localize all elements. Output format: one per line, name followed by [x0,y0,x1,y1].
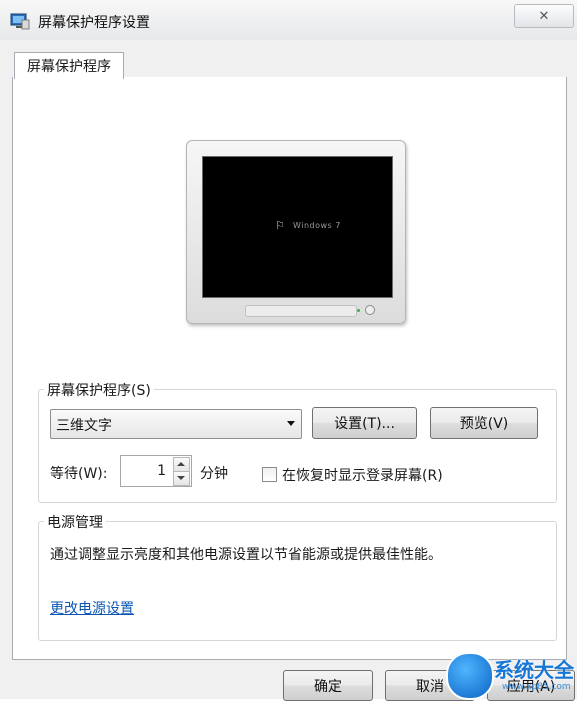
power-led-icon [357,309,360,312]
preview-button[interactable]: 预览(V) [430,407,538,439]
close-icon: ✕ [538,8,550,24]
power-group [38,521,557,641]
resume-logon-label[interactable]: 在恢复时显示登录屏幕(R) [282,465,443,485]
tab-screensaver[interactable]: 屏幕保护程序 [14,52,124,79]
monitor-screen: ⚐ Windows 7 [202,156,393,298]
spin-up-button[interactable] [173,457,190,472]
window-title: 屏幕保护程序设置 [38,15,150,31]
preview-text: Windows 7 [293,221,341,230]
screensaver-selected-value: 三维文字 [56,418,112,434]
monitor-frame: ⚐ Windows 7 [186,140,406,324]
change-power-settings-link[interactable]: 更改电源设置 [50,598,134,618]
display-settings-icon [10,13,30,30]
windows-logo-icon: ⚐ [275,219,285,232]
site-watermark: 系统大全 www.xp85.com [446,648,577,700]
preview-button-label: 预览(V) [459,416,509,432]
settings-button-label: 设置(T)... [334,416,395,432]
watermark-text: 系统大全 [494,658,574,682]
watermark-logo-icon [446,652,494,700]
wait-label: 等待(W): [50,466,108,482]
monitor-preview: ⚐ Windows 7 [186,140,408,326]
wait-spinner[interactable]: 1 [120,455,192,487]
screensaver-settings-window: 屏幕保护程序设置 ✕ 屏幕保护程序 ⚐ Windows 7 屏幕保护程序(S) … [0,0,577,701]
arrow-down-icon [177,476,185,480]
spin-down-button[interactable] [173,471,190,486]
screensaver-group-label: 屏幕保护程序(S) [44,380,154,400]
ok-button[interactable]: 确定 [283,670,373,701]
ok-button-label: 确定 [314,678,342,695]
power-group-label: 电源管理 [44,512,106,532]
arrow-up-icon [177,462,185,466]
monitor-base [245,305,357,317]
close-button[interactable]: ✕ [514,4,574,28]
wait-unit: 分钟 [200,466,228,482]
resume-logon-checkbox[interactable] [262,467,277,482]
settings-button[interactable]: 设置(T)... [312,407,417,439]
tab-label: 屏幕保护程序 [27,59,111,75]
power-description: 通过调整显示亮度和其他电源设置以节省能源或提供最佳性能。 [50,547,442,563]
screensaver-select[interactable]: 三维文字 [50,409,302,439]
wait-value[interactable]: 1 [157,463,166,479]
dropdown-arrow-icon [287,421,295,426]
monitor-power-button-icon [365,305,375,315]
cancel-button-label: 取消 [416,678,444,695]
title-bar[interactable]: 屏幕保护程序设置 ✕ [0,0,577,40]
watermark-url: www.xp85.com [502,682,571,692]
